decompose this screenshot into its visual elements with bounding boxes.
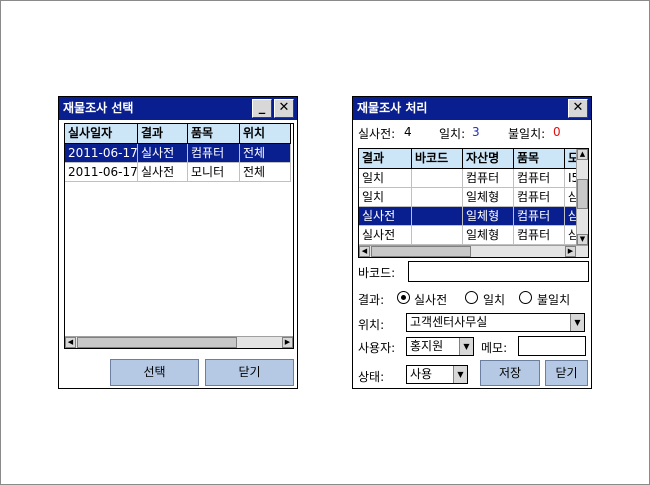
cell-date: 2011-06-17 <box>65 163 138 182</box>
pre-survey-count: 4 <box>404 125 412 139</box>
column-header-item[interactable]: 품목 <box>514 149 565 169</box>
cell-barcode <box>412 169 463 188</box>
cell-result: 일치 <box>359 169 412 188</box>
result-option-mismatch[interactable]: 불일치 <box>537 291 570 308</box>
cell-date: 2011-06-17 <box>65 144 138 163</box>
asset-survey-select-window: 재물조사 선택 _ ✕ 실사일자 결과 품목 위치 2011-06-17 실사전… <box>58 96 298 389</box>
memo-label: 메모: <box>481 341 508 355</box>
mismatch-label: 불일치: <box>508 127 546 141</box>
cell-result: 일치 <box>359 188 412 207</box>
cell-result: 실사전 <box>138 144 188 163</box>
title-bar: 재물조사 처리 ✕ <box>353 97 591 120</box>
chevron-down-icon[interactable]: ▼ <box>453 366 467 383</box>
column-header-item[interactable]: 품목 <box>188 124 240 144</box>
cell-item: 컴퓨터 <box>514 226 565 245</box>
close-button[interactable]: 닫기 <box>205 359 294 386</box>
location-label: 위치: <box>358 318 385 332</box>
match-label: 일치: <box>439 127 466 141</box>
cell-asset-name: 컴퓨터 <box>463 169 514 188</box>
barcode-label: 바코드: <box>358 266 396 280</box>
cell-barcode <box>412 188 463 207</box>
cell-location: 전체 <box>240 144 291 163</box>
user-label: 사용자: <box>358 341 396 355</box>
asset-list-grid[interactable]: 결과 바코드 자산명 품목 모 일치 컴퓨터 컴퓨터 I5 일치 일체형 컴퓨터… <box>358 148 589 258</box>
column-header-location[interactable]: 위치 <box>240 124 291 144</box>
cell-item: 컴퓨터 <box>514 207 565 226</box>
vertical-scrollbar[interactable]: ▲ ▼ <box>576 149 588 245</box>
mismatch-count: 0 <box>553 125 561 139</box>
scroll-thumb[interactable] <box>577 179 588 209</box>
memo-input[interactable] <box>518 336 586 356</box>
match-count: 3 <box>472 125 480 139</box>
cell-item: 컴퓨터 <box>514 188 565 207</box>
column-header-result[interactable]: 결과 <box>359 149 412 169</box>
minimize-icon[interactable]: _ <box>252 99 272 118</box>
status-select[interactable]: 사용 ▼ <box>406 365 468 384</box>
asset-survey-process-window: 재물조사 처리 ✕ 실사전: 4 일치: 3 불일치: 0 결과 바코드 자산명… <box>352 96 592 389</box>
user-value: 홍지원 <box>410 339 444 353</box>
cell-asset-name: 일체형 <box>463 207 514 226</box>
result-option-match[interactable]: 일치 <box>483 291 505 308</box>
scroll-down-icon[interactable]: ▼ <box>577 234 588 245</box>
status-label: 상태: <box>358 370 385 384</box>
scroll-right-icon[interactable]: ▶ <box>282 337 293 348</box>
cell-asset-name: 일체형 <box>463 188 514 207</box>
location-select[interactable]: 고객센터사무실 ▼ <box>406 313 585 332</box>
cell-result: 실사전 <box>359 207 412 226</box>
save-button[interactable]: 저장 <box>480 360 540 386</box>
cell-item: 컴퓨터 <box>514 169 565 188</box>
scroll-right-icon[interactable]: ▶ <box>565 246 576 257</box>
cell-barcode <box>412 207 463 226</box>
location-value: 고객센터사무실 <box>410 315 488 329</box>
window-title: 재물조사 처리 <box>357 101 428 115</box>
result-radio-mismatch[interactable] <box>519 291 532 304</box>
chevron-down-icon[interactable]: ▼ <box>570 314 584 331</box>
survey-list-grid[interactable]: 실사일자 결과 품목 위치 2011-06-17 실사전 컴퓨터 전체 2011… <box>64 123 294 349</box>
cell-item: 모니터 <box>188 163 240 182</box>
close-icon[interactable]: ✕ <box>568 99 588 118</box>
result-label: 결과: <box>358 293 385 307</box>
close-button[interactable]: 닫기 <box>545 360 588 386</box>
scroll-left-icon[interactable]: ◀ <box>359 246 370 257</box>
status-value: 사용 <box>410 367 433 381</box>
column-header-result[interactable]: 결과 <box>138 124 188 144</box>
cell-asset-name: 일체형 <box>463 226 514 245</box>
chevron-down-icon[interactable]: ▼ <box>459 338 473 355</box>
barcode-input[interactable] <box>408 261 589 282</box>
window-title: 재물조사 선택 <box>63 101 134 115</box>
title-bar: 재물조사 선택 _ ✕ <box>59 97 297 120</box>
pre-survey-label: 실사전: <box>358 127 396 141</box>
user-select[interactable]: 홍지원 ▼ <box>406 337 474 356</box>
scroll-left-icon[interactable]: ◀ <box>65 337 76 348</box>
scroll-up-icon[interactable]: ▲ <box>577 149 588 160</box>
column-header-asset-name[interactable]: 자산명 <box>463 149 514 169</box>
scroll-thumb[interactable] <box>77 337 237 348</box>
cell-barcode <box>412 226 463 245</box>
cell-location: 전체 <box>240 163 291 182</box>
result-option-pre-survey[interactable]: 실사전 <box>414 291 447 308</box>
cell-result: 실사전 <box>138 163 188 182</box>
cell-item: 컴퓨터 <box>188 144 240 163</box>
horizontal-scrollbar[interactable]: ◀ ▶ <box>359 245 588 257</box>
select-button[interactable]: 선택 <box>110 359 199 386</box>
column-header-date[interactable]: 실사일자 <box>65 124 138 144</box>
result-radio-pre-survey[interactable] <box>397 291 410 304</box>
scroll-thumb[interactable] <box>371 246 471 257</box>
column-header-barcode[interactable]: 바코드 <box>412 149 463 169</box>
cell-result: 실사전 <box>359 226 412 245</box>
result-radio-match[interactable] <box>465 291 478 304</box>
close-icon[interactable]: ✕ <box>274 99 294 118</box>
horizontal-scrollbar[interactable]: ◀ ▶ <box>65 336 293 348</box>
